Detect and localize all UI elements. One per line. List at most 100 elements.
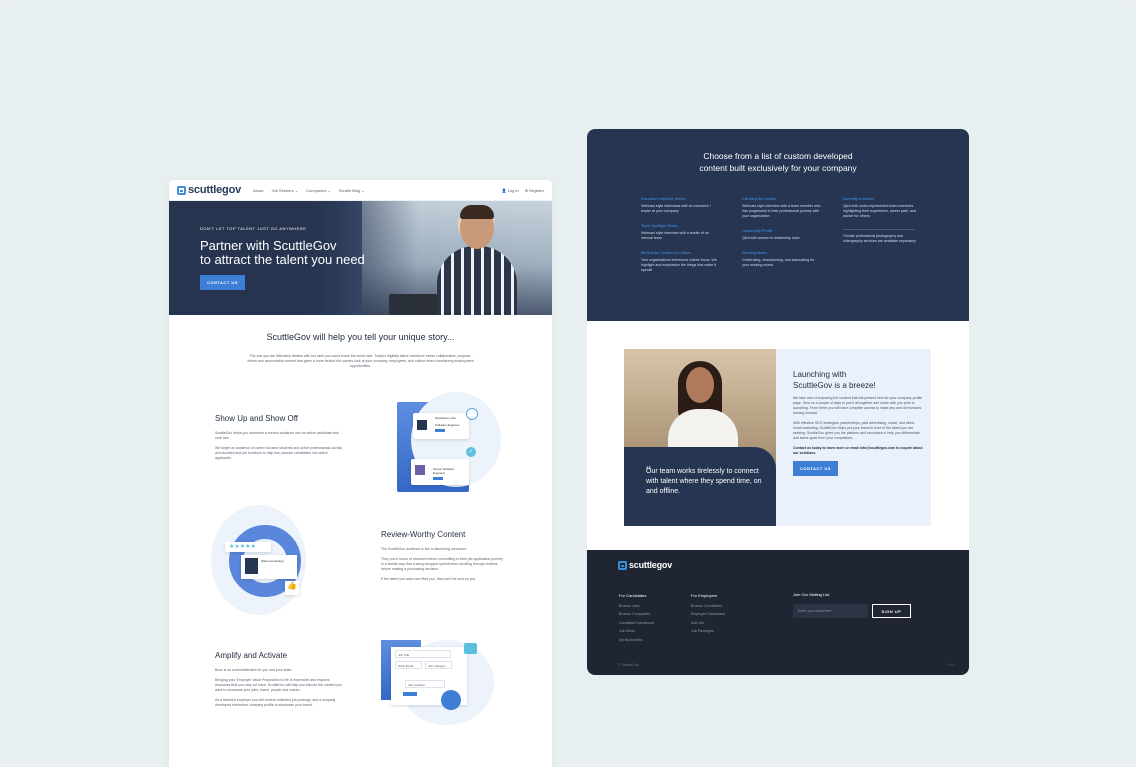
- register-icon: ⊕: [524, 187, 528, 193]
- company-logo-icon: [415, 465, 425, 475]
- options-column-3: Diversity in Motion Q&A with under-repres…: [843, 197, 923, 254]
- logo-mark-icon: [618, 560, 627, 570]
- hero-text: DON'T LET TOP TALENT JUST GO ANYWHERE Pa…: [200, 226, 365, 290]
- footer: scuttlegov For Candidates Browse Jobs Br…: [587, 550, 969, 675]
- card-title: ScuttleGov Hire: [435, 416, 457, 420]
- form-field: Work Email: [395, 661, 422, 669]
- chat-bubble-icon: [464, 643, 477, 654]
- logo-mark-icon: [177, 185, 186, 195]
- section-review: Review-Worthy Content The ScuttleGov aud…: [381, 530, 506, 582]
- card-badge: [435, 429, 445, 432]
- content-options-section: Choose from a list of custom developed c…: [587, 129, 969, 321]
- rating-stars: ★★★★★: [225, 542, 271, 552]
- footer-column-title: For Employers: [691, 593, 718, 598]
- nav-link-blog[interactable]: Scuttle Blog ⌄: [339, 188, 365, 193]
- hero-title: Partner with ScuttleGov to attract the t…: [200, 238, 365, 267]
- hero-photo-hair: [460, 205, 494, 219]
- login-link[interactable]: 👤 Log in: [502, 188, 519, 193]
- profile-cards-illustration: ScuttleGov Hire Software Engineer Senior…: [391, 387, 501, 492]
- form-submit-button: [403, 692, 417, 696]
- review-card: Wave Consulting: [241, 555, 297, 579]
- mailing-title: Join Our Mailing List: [793, 592, 830, 597]
- options-column-2: Climbing the Ladder Webcast style intervi…: [742, 197, 822, 278]
- section-text: The ScuttleGov audience is like a discer…: [381, 547, 467, 551]
- profile-card-1: ScuttleGov Hire Software Engineer: [413, 413, 469, 439]
- launch-paragraph: We take care of exposing the content tha…: [793, 396, 923, 415]
- review-company: Wave Consulting: [261, 559, 284, 563]
- section-text: ScuttleGov helps you transform a curious…: [215, 431, 339, 440]
- launch-text: Launching with ScuttleGov is a breeze! W…: [793, 369, 923, 476]
- footer-logo[interactable]: scuttlegov: [618, 560, 938, 570]
- register-link[interactable]: ⊕ Register: [525, 188, 544, 193]
- profile-card-2: Senior Software Engineer: [411, 459, 469, 485]
- section-text: They put in hours of research before com…: [381, 557, 503, 571]
- footer-link[interactable]: Candidate Dashboard: [619, 619, 654, 628]
- option-item: Executive Interview Series Webcast style …: [641, 197, 711, 213]
- landing-page-preview: scuttlegov About Job Seekers ⌄ Companies…: [169, 180, 552, 767]
- footer-column-title: For Candidates: [619, 593, 647, 598]
- launch-contact-button[interactable]: CONTACT US: [793, 461, 838, 476]
- footer-link[interactable]: Add Job: [691, 619, 725, 628]
- photo-face: [686, 367, 714, 403]
- option-item: Diversity in Motion Q&A with under-repres…: [843, 197, 916, 218]
- auth-links: 👤 Log in ⊕ Register: [502, 188, 544, 193]
- section-text: As a featured employer you will receive …: [215, 698, 336, 707]
- footer-employers-column: For Employers Browse Candidates Employer…: [691, 592, 725, 636]
- copyright: © ScuttleGov: [618, 663, 639, 667]
- footer-link[interactable]: My Bookmarks: [619, 636, 654, 645]
- footer-link[interactable]: Job Packages: [691, 627, 725, 636]
- signup-button[interactable]: SIGN UP: [872, 604, 911, 618]
- section-amplify: Amplify and Activate Buzz is an understa…: [215, 651, 345, 708]
- footer-link[interactable]: Browse Jobs: [619, 602, 654, 611]
- content-page-preview: Choose from a list of custom developed c…: [587, 129, 969, 675]
- company-logo-icon: [245, 558, 258, 574]
- form-field: Job Location: [405, 680, 445, 688]
- top-nav: scuttlegov About Job Seekers ⌄ Companies…: [169, 180, 552, 201]
- company-logo-icon: [417, 420, 427, 430]
- card-subtitle: Software Engineer: [435, 423, 460, 427]
- mailing-form: Enter your email here SIGN UP: [793, 604, 911, 618]
- nav-link-companies[interactable]: Companies ⌄: [306, 188, 331, 193]
- option-item: Climbing the Ladder Webcast style intervi…: [742, 197, 821, 218]
- user-avatar-icon: [466, 408, 478, 420]
- options-column-1: Executive Interview Series Webcast style …: [641, 197, 721, 283]
- scuttlegov-logo[interactable]: scuttlegov: [177, 184, 241, 196]
- social-icons[interactable]: f in tw: [946, 663, 955, 667]
- form-illustration: Job Title Work Email Job Category Job Lo…: [379, 635, 494, 725]
- user-icon: 👤: [501, 187, 507, 193]
- email-input[interactable]: Enter your email here: [793, 604, 868, 618]
- card-badge: [433, 477, 443, 480]
- section-text: Bringing your Employer Value Proposition…: [215, 678, 343, 692]
- quote-mark-icon: “: [646, 463, 652, 477]
- hero-banner: DON'T LET TOP TALENT JUST GO ANYWHERE Pa…: [169, 201, 552, 315]
- footer-link[interactable]: Employer Dashboard: [691, 610, 725, 619]
- section-text: Buzz is an understatement for you and yo…: [215, 668, 293, 672]
- quote-box: “ Our team works tirelessly to connect w…: [624, 447, 776, 526]
- intro-title: ScuttleGov will help you tell your uniqu…: [266, 332, 455, 342]
- nav-link-about[interactable]: About: [253, 188, 263, 193]
- nav-link-job-seekers[interactable]: Job Seekers ⌄: [271, 188, 298, 193]
- hero-contact-button[interactable]: CONTACT US: [200, 275, 245, 290]
- section-title: Amplify and Activate: [215, 651, 288, 660]
- launch-section: “ Our team works tirelessly to connect w…: [587, 321, 969, 550]
- card-subtitle: Senior Software Engineer: [433, 467, 455, 475]
- section-show-up: Show Up and Show Off ScuttleGov helps yo…: [215, 414, 345, 461]
- footer-link[interactable]: Job Alerts: [619, 627, 654, 636]
- intro-body: The one you are intimately familiar with…: [247, 354, 474, 368]
- illustration-dot: [441, 690, 461, 710]
- launch-paragraph: With effective SEO strategies, partnersh…: [793, 421, 920, 440]
- nav-links: About Job Seekers ⌄ Companies ⌄ Scuttle …: [253, 188, 365, 193]
- content-options-title: Choose from a list of custom developed c…: [699, 151, 857, 173]
- option-item: Working Moms Celebrating, championing, an…: [742, 251, 815, 267]
- check-icon: ✓: [466, 447, 476, 457]
- footer-candidates-column: For Candidates Browse Jobs Browse Compan…: [619, 592, 654, 644]
- launch-card: “ Our team works tirelessly to connect w…: [624, 349, 931, 526]
- divider: [843, 229, 915, 230]
- footer-link[interactable]: Browse Companies: [619, 610, 654, 619]
- option-note: *Onsite professional photography and vid…: [843, 234, 917, 243]
- mailing-list: Join Our Mailing List Enter your email h…: [793, 592, 911, 618]
- launch-title: Launching with ScuttleGov is a breeze!: [793, 370, 876, 390]
- review-illustration: ★★★★★ Wave Consulting 👍: [211, 505, 311, 615]
- footer-link[interactable]: Browse Candidates: [691, 602, 725, 611]
- launch-contact-text: Contact us today to learn more or email …: [793, 446, 923, 455]
